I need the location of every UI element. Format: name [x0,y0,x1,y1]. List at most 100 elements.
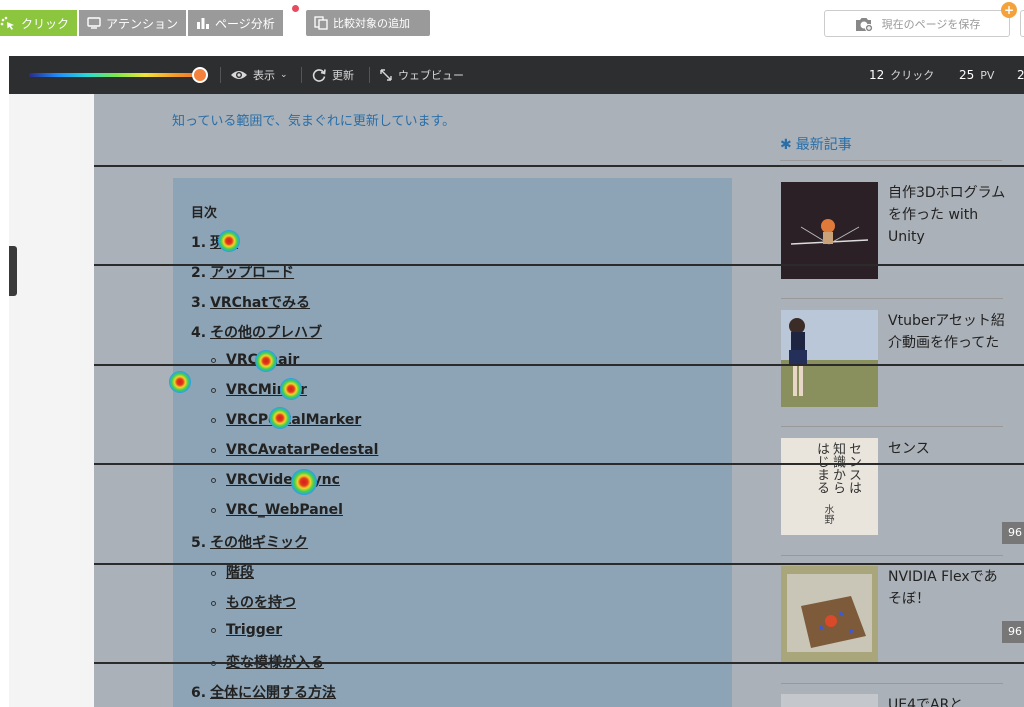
pv-count-badge: 96 [1002,621,1024,643]
toc-subsection-link[interactable]: ものを持つ [211,592,296,612]
click-heat-spot [291,469,317,495]
chevron-down-icon: ⌄ [280,70,288,80]
click-count-unit: クリック [890,69,935,82]
intensity-slider-handle[interactable] [192,67,208,83]
toc-number: 3. [191,295,207,311]
flex-thumbnail [781,566,878,663]
click-heat-spot [218,230,240,252]
toc-subsection-link[interactable]: 階段 [211,562,254,582]
article-title: UE4でARと [888,697,964,707]
save-page-label: 現在のページを保存 [881,17,981,31]
trailing-stat: 2 [1017,56,1024,94]
toc-link-text: VRChatでみる [210,295,311,311]
add-comparison-button[interactable]: 比較対象の追加 [306,10,430,36]
toolbar-divider [220,67,221,83]
sidebar-heading: ✱ 最新記事 [780,134,1002,161]
toc-section-link[interactable]: 6. 全体に公開する方法 [191,682,336,702]
tab-page-analysis[interactable]: ページ分析 [188,10,283,36]
tab-attention[interactable]: アテンション [79,10,187,36]
article-title: センス [888,441,930,457]
bullet-icon [211,627,216,633]
toolbar-divider [301,67,302,83]
intensity-slider-track[interactable] [29,73,204,77]
refresh-label: 更新 [332,69,354,82]
toolbar-divider [369,67,370,83]
toc-section-link[interactable]: 5. その他ギミック [191,532,308,552]
ar-thumbnail [781,694,878,707]
screen-icon [87,17,101,29]
tab-click[interactable]: クリック [0,10,78,36]
refresh-icon [312,69,326,82]
compare-icon [314,16,328,30]
vtuber-thumbnail [781,310,878,407]
toc-link-text: 全体に公開する方法 [210,685,337,701]
overflow-button[interactable] [1020,10,1024,37]
bar-chart-icon [197,18,210,29]
toc-title: 目次 [191,206,218,221]
article-title: 自作3Dホログラムを作った with Unity [888,185,1006,245]
click-count-value: 12 [869,68,885,82]
divider [781,683,1003,684]
add-comparison-label: 比較対象の追加 [333,17,410,30]
left-panel-toggle[interactable] [9,246,17,296]
click-heat-spot [169,371,191,393]
click-heat-spot [255,350,277,372]
toc-link-text: VRC_WebPanel [226,502,343,518]
trailing-stat-value: 2 [1017,68,1024,82]
save-page-button[interactable]: 現在のページを保存 [824,10,1010,37]
toc-section-link[interactable]: 3. VRChatでみる [191,292,310,312]
bullet-icon [211,507,216,513]
page-content: 知っている範囲で、気まぐれに更新しています。 目次 1.現在2.アップロード3.… [94,94,1024,707]
book-cover-thumbnail: センスは知識からはじまる 水野 [781,438,878,535]
pv-count-value: 25 [959,68,975,82]
tab-attention-label: アテンション [106,16,179,31]
sidebar-heading-text: 最新記事 [795,137,852,153]
fold-line [94,563,1024,565]
bullet-icon [211,387,216,393]
fold-line [94,264,1024,266]
view-menu-button[interactable]: 表示 ⌄ [230,56,288,94]
table-of-contents: 目次 1.現在2.アップロード3.VRChatでみる4.その他のプレハブVRCC… [173,178,732,707]
pv-count: 25 PV [959,56,994,94]
blog-tagline: 知っている範囲で、気まぐれに更新しています。 [172,114,456,129]
toc-number: 6. [191,685,207,701]
divider [781,426,1003,427]
toc-link-text: VRCAvatarPedestal [226,442,379,458]
plus-badge-icon[interactable]: + [1001,2,1017,18]
tab-page-analysis-label: ページ分析 [215,16,275,31]
click-heat-spot [280,378,302,400]
toc-link-text: その他ギミック [210,535,309,551]
webview-label: ウェブビュー [398,69,464,82]
toc-link-text: Trigger [226,622,283,638]
toc-section-link[interactable]: 4. その他のプレハブ [191,322,322,342]
fold-line [94,662,1024,664]
click-icon [0,16,14,30]
tab-click-label: クリック [21,16,70,31]
toc-number: 5. [191,535,207,551]
bullet-icon [211,417,216,423]
heatmap-toolbar: 表示 ⌄ 更新 ウェブビュー 12 クリック 25 PV 2 [9,56,1024,94]
toc-subsection-link[interactable]: VRCAvatarPedestal [211,442,378,458]
click-count: 12 クリック [869,56,934,94]
toc-number: 1. [191,235,207,251]
article-title: NVIDIA Flexであそぼ！ [888,569,998,607]
divider [781,298,1003,299]
refresh-button[interactable]: 更新 [311,56,354,94]
toc-subsection-link[interactable]: VRCVideoSync [211,472,340,488]
fold-line [94,364,1024,366]
asterisk-icon: ✱ [780,137,792,153]
toc-subsection-link[interactable]: Trigger [211,622,282,638]
view-menu-label: 表示 [253,69,275,82]
article-title: Vtuberアセット紹介動画を作ってた [888,313,1005,351]
toc-link-text: その他のプレハブ [210,325,323,341]
mode-tabs: クリック アテンション ページ分析 [0,10,283,36]
heatmap-mode-bar: クリック アテンション ページ分析 比較対象の追加 現在のページを保存 + [0,0,1024,46]
webview-button[interactable]: ウェブビュー [379,56,464,94]
eye-icon [231,71,247,79]
page-preview: 知っている範囲で、気まぐれに更新しています。 目次 1.現在2.アップロード3.… [9,94,1024,707]
camera-plus-icon [855,17,873,32]
toc-subsection-link[interactable]: VRC_WebPanel [211,502,343,518]
pv-count-unit: PV [980,68,995,82]
book-author: 水野 [822,504,833,524]
toc-link-text: ものを持つ [226,595,296,611]
